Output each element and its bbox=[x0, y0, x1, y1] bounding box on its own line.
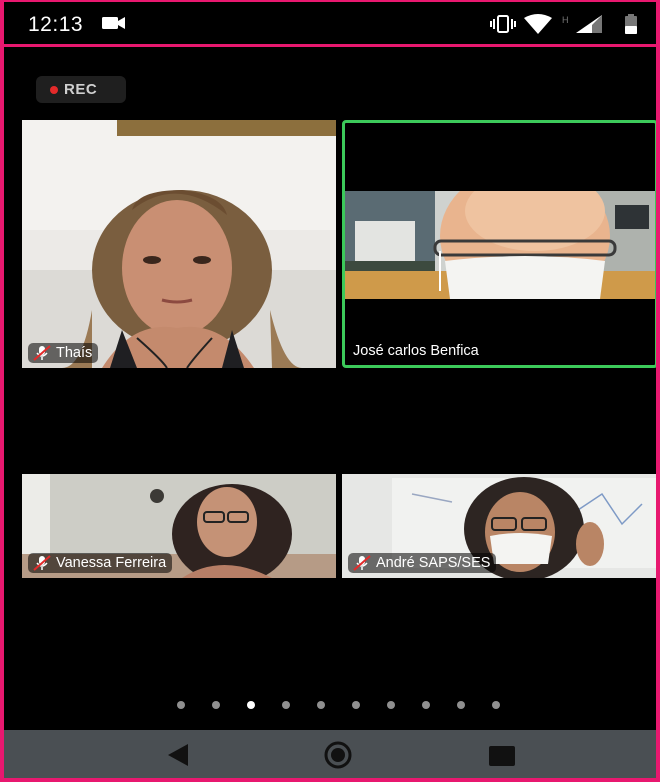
participant-name: Thaís bbox=[56, 345, 93, 361]
system-nav-bar bbox=[4, 730, 656, 778]
svg-text:H: H bbox=[562, 15, 569, 25]
page-dot[interactable] bbox=[281, 701, 290, 709]
back-icon[interactable] bbox=[164, 742, 192, 768]
page-dot-current[interactable] bbox=[246, 701, 255, 709]
wifi-icon bbox=[524, 14, 552, 34]
signal-h-icon: H bbox=[562, 15, 602, 33]
page-dot[interactable] bbox=[176, 701, 185, 709]
page-dot[interactable] bbox=[211, 701, 220, 709]
participant-video bbox=[22, 120, 336, 368]
page-dot[interactable] bbox=[421, 701, 430, 709]
participant-name-tag: Vanessa Ferreira bbox=[28, 553, 173, 573]
record-dot-icon bbox=[50, 86, 58, 94]
muted-mic-icon bbox=[33, 555, 51, 571]
recording-label: REC bbox=[64, 81, 98, 98]
recording-badge: REC bbox=[36, 76, 126, 103]
page-indicator[interactable] bbox=[4, 699, 656, 711]
recents-icon[interactable] bbox=[488, 744, 516, 768]
vibrate-icon bbox=[490, 15, 516, 33]
page-dot[interactable] bbox=[386, 701, 395, 709]
participant-name: André SAPS/SES bbox=[376, 555, 491, 571]
page-dot[interactable] bbox=[351, 701, 360, 709]
phone-screen: 12:13 H REC Thaís José carlos Benfica Va… bbox=[0, 0, 660, 782]
participant-name-tag: André SAPS/SES bbox=[348, 553, 497, 573]
participant-name: Vanessa Ferreira bbox=[56, 555, 167, 571]
video-tile[interactable]: André SAPS/SES bbox=[342, 474, 656, 578]
page-dot[interactable] bbox=[316, 701, 325, 709]
participant-name: José carlos Benfica bbox=[353, 343, 479, 359]
video-tile[interactable]: Vanessa Ferreira bbox=[22, 474, 336, 578]
video-tile[interactable]: Thaís bbox=[22, 120, 336, 368]
video-camera-icon bbox=[102, 17, 125, 29]
participant-name-tag: Thaís bbox=[28, 343, 99, 363]
page-dot[interactable] bbox=[456, 701, 465, 709]
video-tile-active-speaker[interactable]: José carlos Benfica bbox=[342, 120, 656, 368]
muted-mic-icon bbox=[353, 555, 371, 571]
home-icon[interactable] bbox=[318, 740, 358, 770]
status-bar: 12:13 H bbox=[4, 2, 656, 47]
muted-mic-icon bbox=[33, 345, 51, 361]
page-dot[interactable] bbox=[491, 701, 500, 709]
status-time: 12:13 bbox=[28, 13, 84, 36]
battery-icon bbox=[625, 14, 637, 34]
participant-video bbox=[345, 191, 655, 299]
